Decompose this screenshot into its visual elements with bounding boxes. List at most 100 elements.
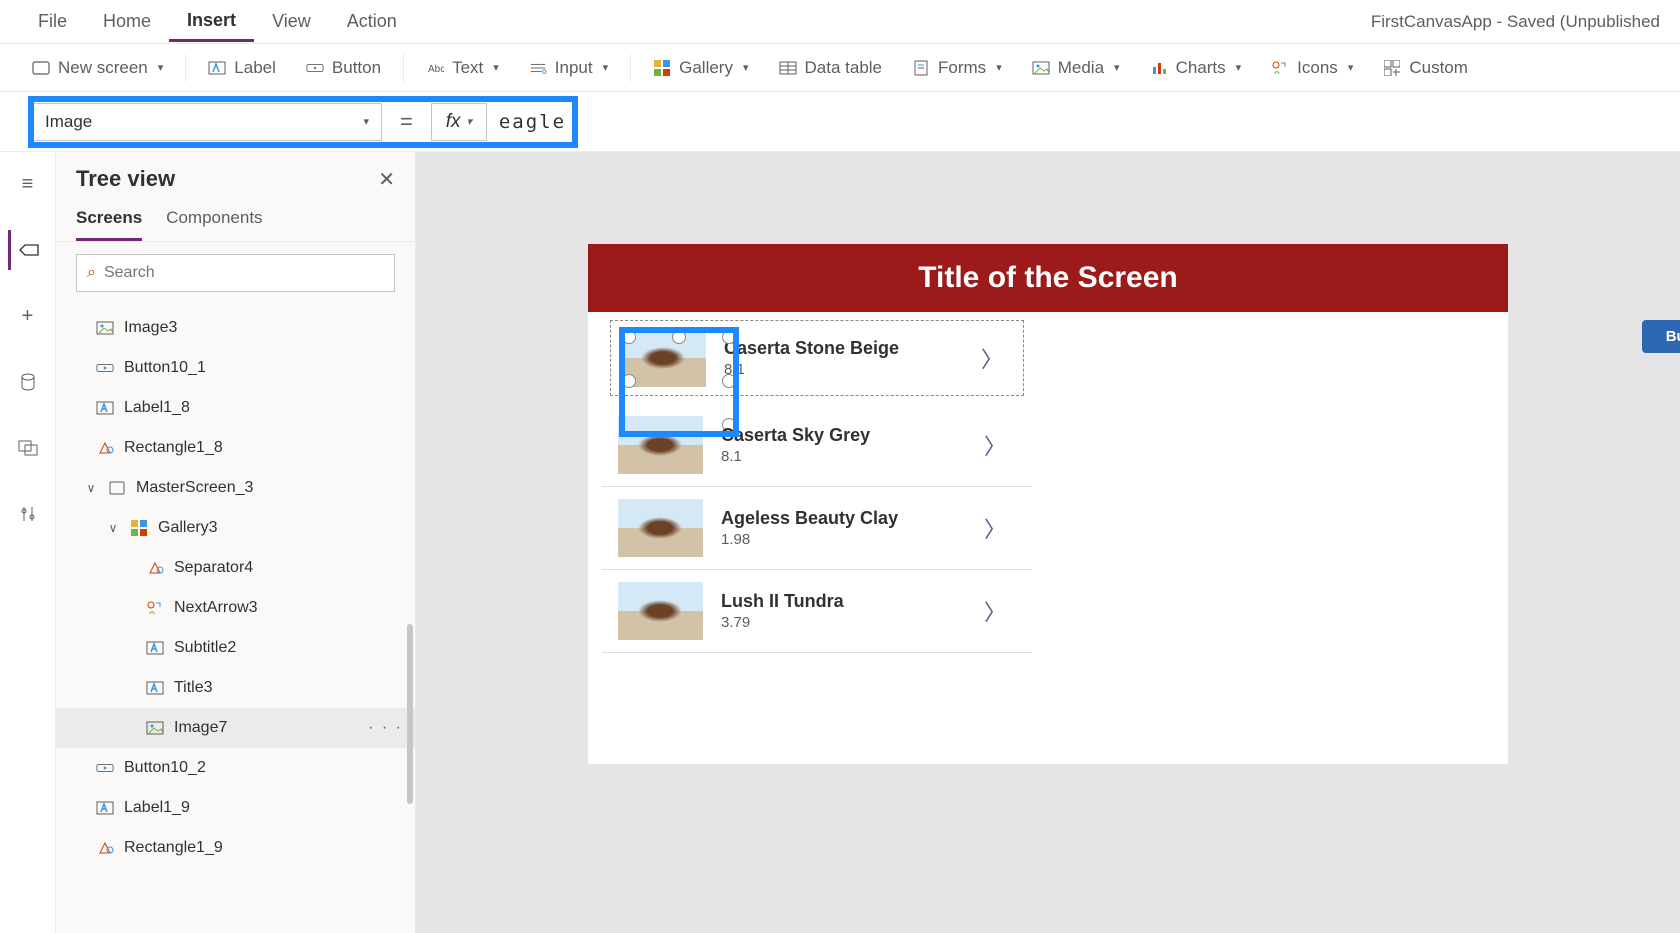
app-screen: Title of the Screen Caserta Stone Beige8… [588, 244, 1508, 764]
label-icon [146, 679, 164, 697]
panel-title: Tree view [76, 166, 175, 192]
custom-button[interactable]: Custom [1371, 52, 1480, 84]
gallery-item-title: Caserta Sky Grey [721, 425, 984, 446]
gallery-item-subtitle: 3.79 [721, 614, 984, 631]
property-dropdown[interactable]: Image ▾ [32, 103, 382, 141]
scrollbar-thumb[interactable] [407, 624, 413, 804]
media-dropdown[interactable]: Media ▾ [1020, 52, 1132, 84]
search-input[interactable] [104, 264, 384, 282]
expander-icon[interactable]: ∨ [106, 521, 120, 535]
chevron-down-icon: ▾ [1236, 61, 1242, 74]
separator [185, 54, 186, 82]
tree-item-rectangle1_8[interactable]: Rectangle1_8 [56, 428, 415, 468]
separator-icon [146, 559, 164, 577]
tree-item-button10_1[interactable]: Button10_1 [56, 348, 415, 388]
icons-icon [146, 599, 164, 617]
data-table-button[interactable]: Data table [767, 52, 895, 84]
separator [403, 54, 404, 82]
menu-home[interactable]: Home [85, 3, 169, 40]
tree-item-gallery3[interactable]: ∨Gallery3 [56, 508, 415, 548]
tree-item-label: Label1_8 [124, 399, 190, 417]
canvas-button[interactable]: Button [1642, 320, 1680, 353]
gallery-item-subtitle: 8.1 [721, 448, 984, 465]
text-dropdown[interactable]: Abc Text ▾ [414, 52, 511, 84]
chevron-down-icon: ▾ [1348, 61, 1354, 74]
gallery-item-title: Lush II Tundra [721, 591, 984, 612]
fx-label: fx [446, 111, 461, 133]
tree-item-label1_9[interactable]: Label1_9 [56, 788, 415, 828]
gallery-row[interactable]: Lush II Tundra 3.79〉 [602, 570, 1032, 653]
media-label: Media [1058, 58, 1104, 78]
icons-dropdown[interactable]: Icons ▾ [1259, 52, 1365, 84]
tree-item-button10_2[interactable]: Button10_2 [56, 748, 415, 788]
tree-item-masterscreen_3[interactable]: ∨ MasterScreen_3 [56, 468, 415, 508]
search-icon: ⌕ [87, 264, 96, 282]
new-screen-button[interactable]: New screen ▾ [20, 52, 175, 84]
charts-dropdown[interactable]: Charts ▾ [1138, 52, 1254, 84]
menu-insert[interactable]: Insert [169, 2, 254, 42]
label-button[interactable]: Label [196, 52, 288, 84]
data-icon[interactable] [8, 362, 48, 402]
forms-dropdown[interactable]: Forms ▾ [900, 52, 1014, 84]
input-dropdown[interactable]: Input ▾ [517, 52, 620, 84]
chevron-down-icon: ▾ [466, 115, 472, 128]
gallery-item-subtitle: 8.1 [724, 361, 981, 378]
menu-file[interactable]: File [20, 3, 85, 40]
gallery-row[interactable]: Ageless Beauty Clay1.98〉 [602, 487, 1032, 570]
label-icon [96, 799, 114, 817]
text-label: Text [452, 58, 483, 78]
fx-button[interactable]: fx ▾ [431, 103, 487, 141]
expander-icon[interactable]: ∨ [84, 481, 98, 495]
menu-action[interactable]: Action [329, 3, 415, 40]
tree-item-title3[interactable]: Title3 [56, 668, 415, 708]
gallery-item-subtitle: 1.98 [721, 531, 984, 548]
button-icon [96, 359, 114, 377]
menu-view[interactable]: View [254, 3, 329, 40]
close-icon[interactable]: ✕ [378, 167, 395, 192]
tree-view-icon[interactable] [8, 230, 48, 270]
media-rail-icon[interactable] [8, 428, 48, 468]
tree-item-label1_8[interactable]: Label1_8 [56, 388, 415, 428]
label-icon [96, 399, 114, 417]
gallery-label: Gallery [679, 58, 733, 78]
tree-item-subtitle2[interactable]: Subtitle2 [56, 628, 415, 668]
label-text: Label [234, 58, 276, 78]
custom-label: Custom [1409, 58, 1468, 78]
button-button[interactable]: Button [294, 52, 393, 84]
media-icon [1032, 59, 1050, 77]
gallery-row[interactable]: Caserta Stone Beige8.1〉 [610, 320, 1024, 396]
button-icon [96, 759, 114, 777]
ribbon: New screen ▾ Label Button Abc Text ▾ Inp… [0, 44, 1680, 92]
chevron-right-icon[interactable]: 〉 [984, 595, 1016, 627]
chevron-down-icon: ▾ [363, 115, 369, 128]
forms-label: Forms [938, 58, 986, 78]
chevron-right-icon[interactable]: 〉 [984, 429, 1016, 461]
image-icon [96, 319, 114, 337]
chevron-right-icon[interactable]: 〉 [984, 512, 1016, 544]
tree-item-label: MasterScreen_3 [136, 479, 253, 497]
tree-item-label: Rectangle1_8 [124, 439, 223, 457]
gallery-dropdown[interactable]: Gallery ▾ [641, 52, 760, 84]
hamburger-icon[interactable]: ≡ [8, 164, 48, 204]
canvas-area[interactable]: Title of the Screen Caserta Stone Beige8… [416, 152, 1680, 933]
tree-item-image3[interactable]: Image3 [56, 308, 415, 348]
selection-highlight [619, 327, 739, 437]
chevron-down-icon: ▾ [493, 61, 499, 74]
rect-icon [96, 439, 114, 457]
tree-item-separator4[interactable]: Separator4 [56, 548, 415, 588]
charts-label: Charts [1176, 58, 1226, 78]
formula-input[interactable] [487, 103, 753, 141]
search-box[interactable]: ⌕ [76, 254, 395, 292]
gallery[interactable]: Caserta Stone Beige8.1〉 Caserta Sky Grey 8… [602, 320, 1032, 653]
icons-label: Icons [1297, 58, 1338, 78]
tab-screens[interactable]: Screens [76, 198, 142, 241]
more-icon[interactable]: · · · [368, 719, 403, 737]
insert-icon[interactable]: + [8, 296, 48, 336]
tree-item-image7[interactable]: Image7· · · [56, 708, 415, 748]
tab-components[interactable]: Components [166, 198, 262, 241]
tree-item-label: Image3 [124, 319, 177, 337]
tools-icon[interactable] [8, 494, 48, 534]
chevron-right-icon[interactable]: 〉 [981, 342, 1013, 374]
tree-item-rectangle1_9[interactable]: Rectangle1_9 [56, 828, 415, 868]
tree-item-nextarrow3[interactable]: NextArrow3 [56, 588, 415, 628]
